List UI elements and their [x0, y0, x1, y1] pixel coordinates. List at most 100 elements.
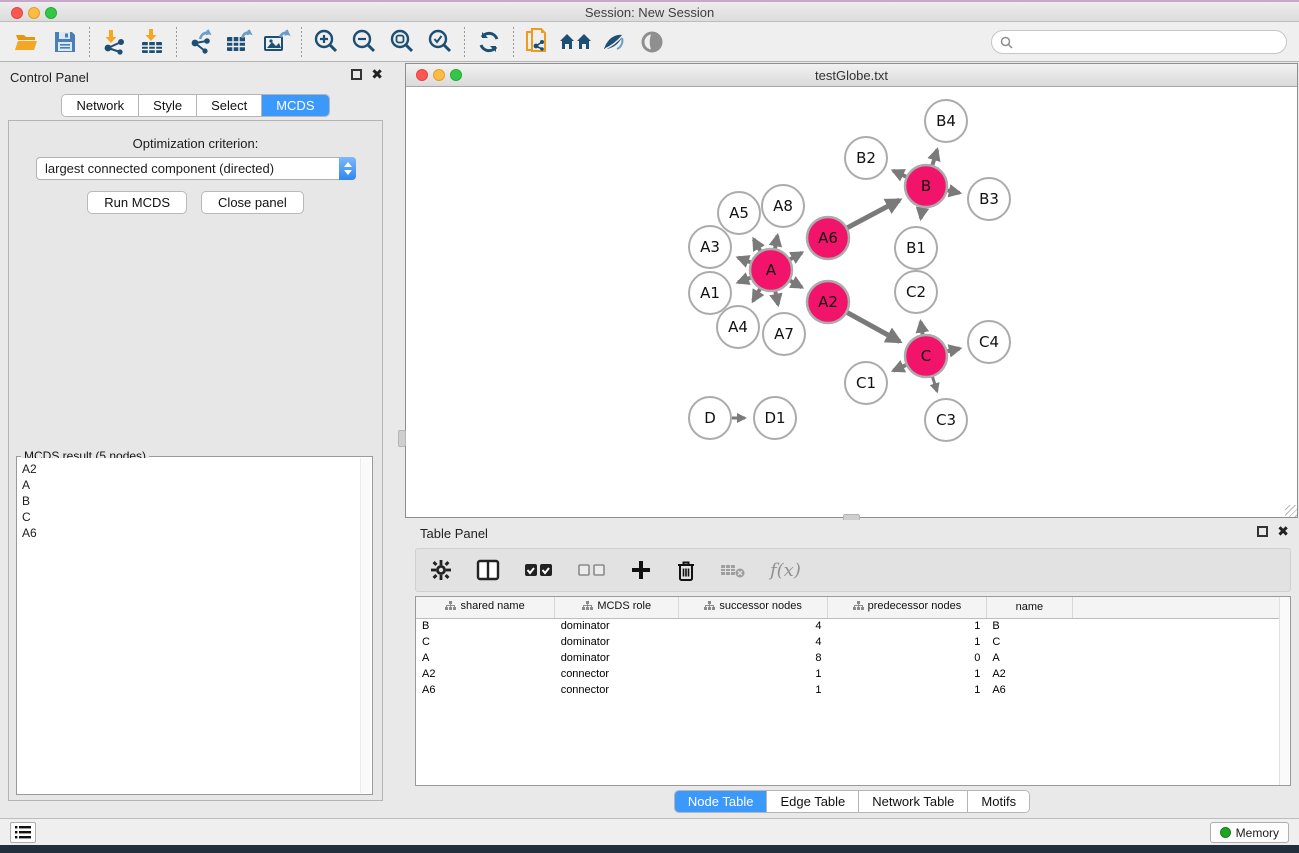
close-panel-button[interactable]: Close panel [201, 191, 304, 214]
table-cell[interactable]: 0 [828, 650, 987, 666]
table-cell[interactable]: A2 [416, 666, 555, 682]
tab-edge-table[interactable]: Edge Table [767, 791, 859, 812]
table-cell[interactable]: A [416, 650, 555, 666]
search-box[interactable] [991, 30, 1287, 54]
tab-style[interactable]: Style [139, 95, 197, 116]
zoom-fit-button[interactable] [383, 25, 421, 59]
edge-A-A2[interactable] [790, 281, 802, 288]
edge-A-A4[interactable] [753, 289, 760, 301]
resize-grip[interactable] [1285, 505, 1297, 517]
table-row[interactable]: Bdominator41B [416, 618, 1290, 634]
table-cell[interactable]: 1 [679, 666, 828, 682]
edge-A-A7[interactable] [775, 292, 778, 305]
node-A2[interactable]: A2 [807, 281, 849, 323]
network-window-titlebar[interactable]: testGlobe.txt [406, 64, 1297, 87]
criterion-dropdown[interactable]: largest connected component (directed) [36, 157, 356, 180]
column-browse-icon[interactable] [476, 559, 500, 581]
node-C2[interactable]: C2 [895, 271, 937, 313]
table-cell[interactable]: dominator [555, 618, 679, 634]
run-mcds-button[interactable]: Run MCDS [87, 191, 187, 214]
table-cell[interactable]: C [416, 634, 555, 650]
table-cell[interactable]: A [986, 650, 1072, 666]
node-A5[interactable]: A5 [718, 192, 760, 234]
edge-A-A5[interactable] [754, 239, 761, 251]
node-A7[interactable]: A7 [763, 313, 805, 355]
node-D1[interactable]: D1 [754, 397, 796, 439]
edge-C-C1[interactable] [893, 365, 906, 371]
table-cell[interactable]: A2 [986, 666, 1072, 682]
node-A[interactable]: A [750, 249, 792, 291]
network-from-file-button[interactable] [519, 25, 557, 59]
node-A4[interactable]: A4 [717, 306, 759, 348]
table-row[interactable]: Cdominator41C [416, 634, 1290, 650]
node-C4[interactable]: C4 [968, 321, 1010, 363]
result-list-item[interactable]: A [22, 477, 360, 493]
column-header-successor-nodes[interactable]: successor nodes [679, 597, 828, 618]
edge-A6-B[interactable] [847, 200, 899, 228]
edge-C-C2[interactable] [921, 322, 923, 335]
function-builder-icon[interactable]: f(x) [770, 560, 801, 581]
table-row[interactable]: A2connector11A2 [416, 666, 1290, 682]
export-image-button[interactable] [258, 25, 296, 59]
close-panel-icon[interactable]: ✖ [1277, 526, 1289, 537]
node-B4[interactable]: B4 [925, 100, 967, 142]
node-B1[interactable]: B1 [895, 227, 937, 269]
node-A6[interactable]: A6 [807, 217, 849, 259]
node-B2[interactable]: B2 [845, 137, 887, 179]
float-panel-icon[interactable] [1257, 526, 1268, 537]
table-cell[interactable]: A6 [416, 682, 555, 698]
network-canvas[interactable]: B4B2BB3A8A5A6A3B1AA1C2A2A4A7C4CC1DD1C3 [406, 87, 1297, 517]
close-panel-icon[interactable]: ✖ [371, 69, 383, 80]
table-cell[interactable]: 1 [679, 682, 828, 698]
column-header-name[interactable]: name [986, 597, 1072, 618]
edge-A-A6[interactable] [790, 253, 802, 260]
hide-details-button[interactable] [595, 25, 633, 59]
network-graph[interactable]: B4B2BB3A8A5A6A3B1AA1C2A2A4A7C4CC1DD1C3 [406, 87, 1297, 518]
delete-table-icon[interactable] [720, 561, 746, 579]
result-scrollbar[interactable] [360, 458, 371, 793]
task-history-button[interactable] [10, 822, 36, 843]
table-cell[interactable]: B [416, 618, 555, 634]
table-row[interactable]: A6connector11A6 [416, 682, 1290, 698]
node-C[interactable]: C [905, 335, 947, 377]
table-cell[interactable]: 1 [828, 618, 987, 634]
select-all-icon[interactable] [524, 561, 554, 579]
refresh-button[interactable] [470, 25, 508, 59]
result-list-item[interactable]: A6 [22, 525, 360, 541]
mcds-result-list[interactable]: A2ABCA6 [18, 458, 360, 793]
home-button[interactable] [557, 25, 595, 59]
memory-button[interactable]: Memory [1210, 822, 1289, 843]
node-A3[interactable]: A3 [689, 226, 731, 268]
column-header-shared-name[interactable]: shared name [416, 597, 555, 618]
node-B[interactable]: B [905, 165, 947, 207]
tab-node-table[interactable]: Node Table [675, 791, 768, 812]
node-D[interactable]: D [689, 397, 731, 439]
edge-A-A3[interactable] [738, 258, 750, 263]
birds-eye-button[interactable] [633, 25, 671, 59]
zoom-out-button[interactable] [345, 25, 383, 59]
tab-select[interactable]: Select [197, 95, 262, 116]
delete-icon[interactable] [676, 559, 696, 582]
deselect-all-icon[interactable] [578, 562, 606, 578]
edge-A-A1[interactable] [738, 278, 750, 283]
edge-B-B4[interactable] [932, 150, 937, 165]
table-cell[interactable]: 1 [828, 634, 987, 650]
edge-A2-C[interactable] [847, 313, 899, 342]
node-C3[interactable]: C3 [925, 399, 967, 441]
node-table[interactable]: shared nameMCDS rolesuccessor nodesprede… [415, 596, 1291, 786]
edge-B-B3[interactable] [948, 190, 960, 192]
table-scrollbar[interactable] [1279, 597, 1290, 785]
result-list-item[interactable]: A2 [22, 461, 360, 477]
import-network-button[interactable] [95, 25, 133, 59]
tab-network[interactable]: Network [62, 95, 139, 116]
splitter-handle-left[interactable] [398, 430, 406, 447]
table-cell[interactable]: connector [555, 682, 679, 698]
table-cell[interactable]: 8 [679, 650, 828, 666]
export-table-button[interactable] [220, 25, 258, 59]
float-panel-icon[interactable] [351, 69, 362, 80]
export-network-button[interactable] [182, 25, 220, 59]
zoom-in-button[interactable] [307, 25, 345, 59]
zoom-selected-button[interactable] [421, 25, 459, 59]
table-cell[interactable]: connector [555, 666, 679, 682]
table-row[interactable]: Adominator80A [416, 650, 1290, 666]
